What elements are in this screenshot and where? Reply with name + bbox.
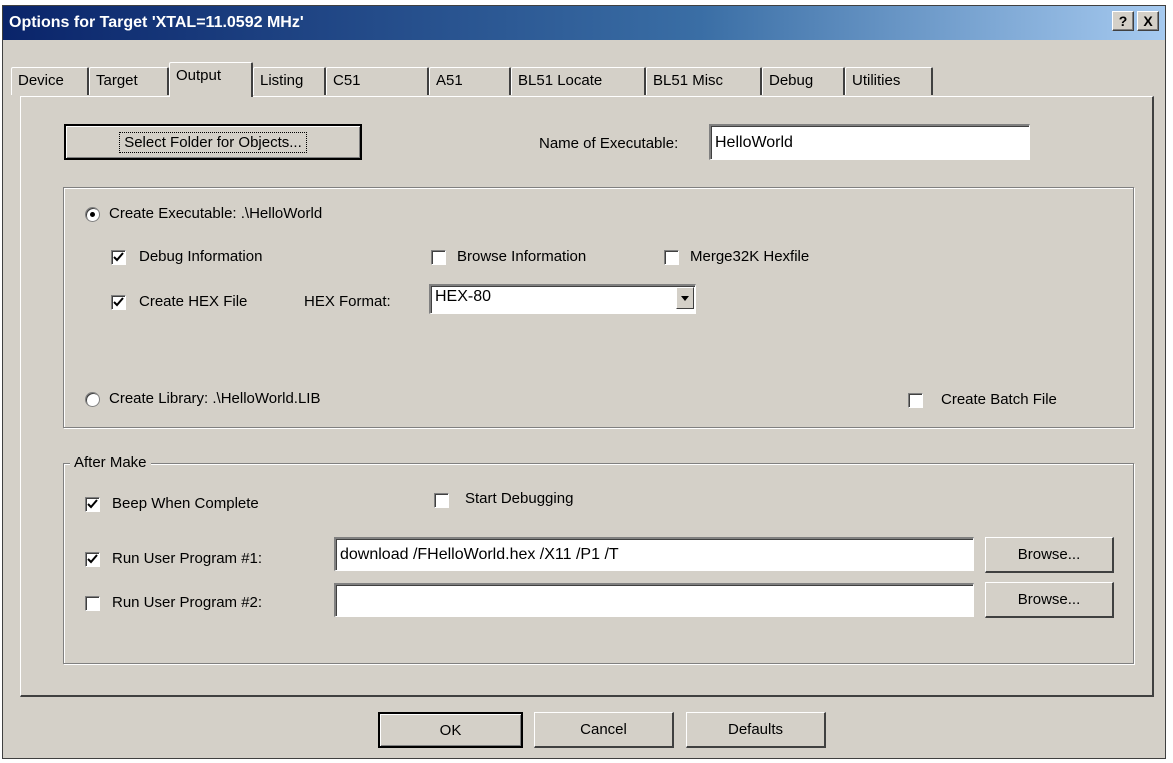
create-library-radio[interactable]	[85, 392, 100, 407]
help-button[interactable]: ?	[1112, 11, 1134, 31]
output-tab-panel: Select Folder for Objects... Name of Exe…	[20, 96, 1154, 697]
create-batch-checkbox[interactable]	[908, 393, 923, 408]
create-batch-label: Create Batch File	[941, 391, 1057, 408]
select-folder-label: Select Folder for Objects...	[119, 131, 307, 153]
run-user-program-1-checkbox[interactable]	[85, 552, 100, 567]
create-executable-label: Create Executable: .\HelloWorld	[109, 205, 323, 222]
tab-output[interactable]: Output	[169, 62, 253, 97]
run-user-program-1-input[interactable]	[334, 537, 974, 571]
debug-information-label: Debug Information	[139, 248, 263, 265]
run-user-program-2-label: Run User Program #2:	[112, 594, 263, 611]
close-button[interactable]: X	[1137, 11, 1159, 31]
create-hex-label: Create HEX File	[139, 293, 248, 310]
options-dialog: Options for Target 'XTAL=11.0592 MHz' ? …	[2, 5, 1166, 759]
hex-format-value: HEX-80	[435, 288, 492, 305]
browse-button-2[interactable]: Browse...	[985, 582, 1114, 618]
cancel-button[interactable]: Cancel	[534, 712, 674, 748]
output-options-group: Create Executable: .\HelloWorld Debug In…	[63, 187, 1134, 428]
browse-information-label: Browse Information	[457, 248, 587, 265]
hex-format-select[interactable]: HEX-80	[429, 284, 696, 314]
checkmark-icon	[113, 252, 124, 262]
hex-format-label: HEX Format:	[304, 293, 391, 310]
after-make-group: After Make Beep When Complete Start Debu…	[63, 454, 1134, 664]
tab-a51[interactable]: A51	[429, 67, 511, 95]
run-user-program-2-input[interactable]	[334, 583, 974, 617]
create-library-label: Create Library: .\HelloWorld.LIB	[109, 390, 321, 407]
tab-device[interactable]: Device	[11, 67, 89, 95]
start-debugging-checkbox[interactable]	[434, 493, 449, 508]
tab-c51[interactable]: C51	[326, 67, 429, 95]
defaults-button[interactable]: Defaults	[686, 712, 826, 748]
checkmark-icon	[87, 499, 98, 509]
beep-when-complete-label: Beep When Complete	[112, 495, 259, 512]
tab-target[interactable]: Target	[89, 67, 169, 95]
browse-information-checkbox[interactable]	[431, 250, 446, 265]
title-bar: Options for Target 'XTAL=11.0592 MHz' ? …	[3, 6, 1165, 40]
window-title: Options for Target 'XTAL=11.0592 MHz'	[9, 14, 304, 31]
create-hex-checkbox[interactable]	[111, 295, 126, 310]
merge32k-checkbox[interactable]	[664, 250, 679, 265]
checkmark-icon	[87, 554, 98, 564]
name-of-executable-input[interactable]	[709, 124, 1030, 160]
tab-listing[interactable]: Listing	[253, 67, 326, 95]
name-of-executable-label: Name of Executable:	[539, 135, 679, 152]
run-user-program-2-checkbox[interactable]	[85, 596, 100, 611]
tab-utilities[interactable]: Utilities	[845, 67, 933, 95]
tab-bl51-misc[interactable]: BL51 Misc	[646, 67, 762, 95]
chevron-down-icon[interactable]	[676, 287, 694, 309]
start-debugging-label: Start Debugging	[465, 490, 574, 507]
ok-button[interactable]: OK	[378, 712, 523, 748]
after-make-legend: After Make	[70, 454, 151, 471]
browse-button-1[interactable]: Browse...	[985, 537, 1114, 573]
debug-information-checkbox[interactable]	[111, 250, 126, 265]
tab-bl51-locate[interactable]: BL51 Locate	[511, 67, 646, 95]
run-user-program-1-label: Run User Program #1:	[112, 550, 263, 567]
beep-when-complete-checkbox[interactable]	[85, 497, 100, 512]
tab-debug[interactable]: Debug	[762, 67, 845, 95]
create-executable-radio[interactable]	[85, 207, 100, 222]
select-folder-button[interactable]: Select Folder for Objects...	[64, 124, 362, 160]
merge32k-label: Merge32K Hexfile	[690, 248, 810, 265]
radio-selected-dot	[90, 212, 95, 217]
checkmark-icon	[113, 297, 124, 307]
